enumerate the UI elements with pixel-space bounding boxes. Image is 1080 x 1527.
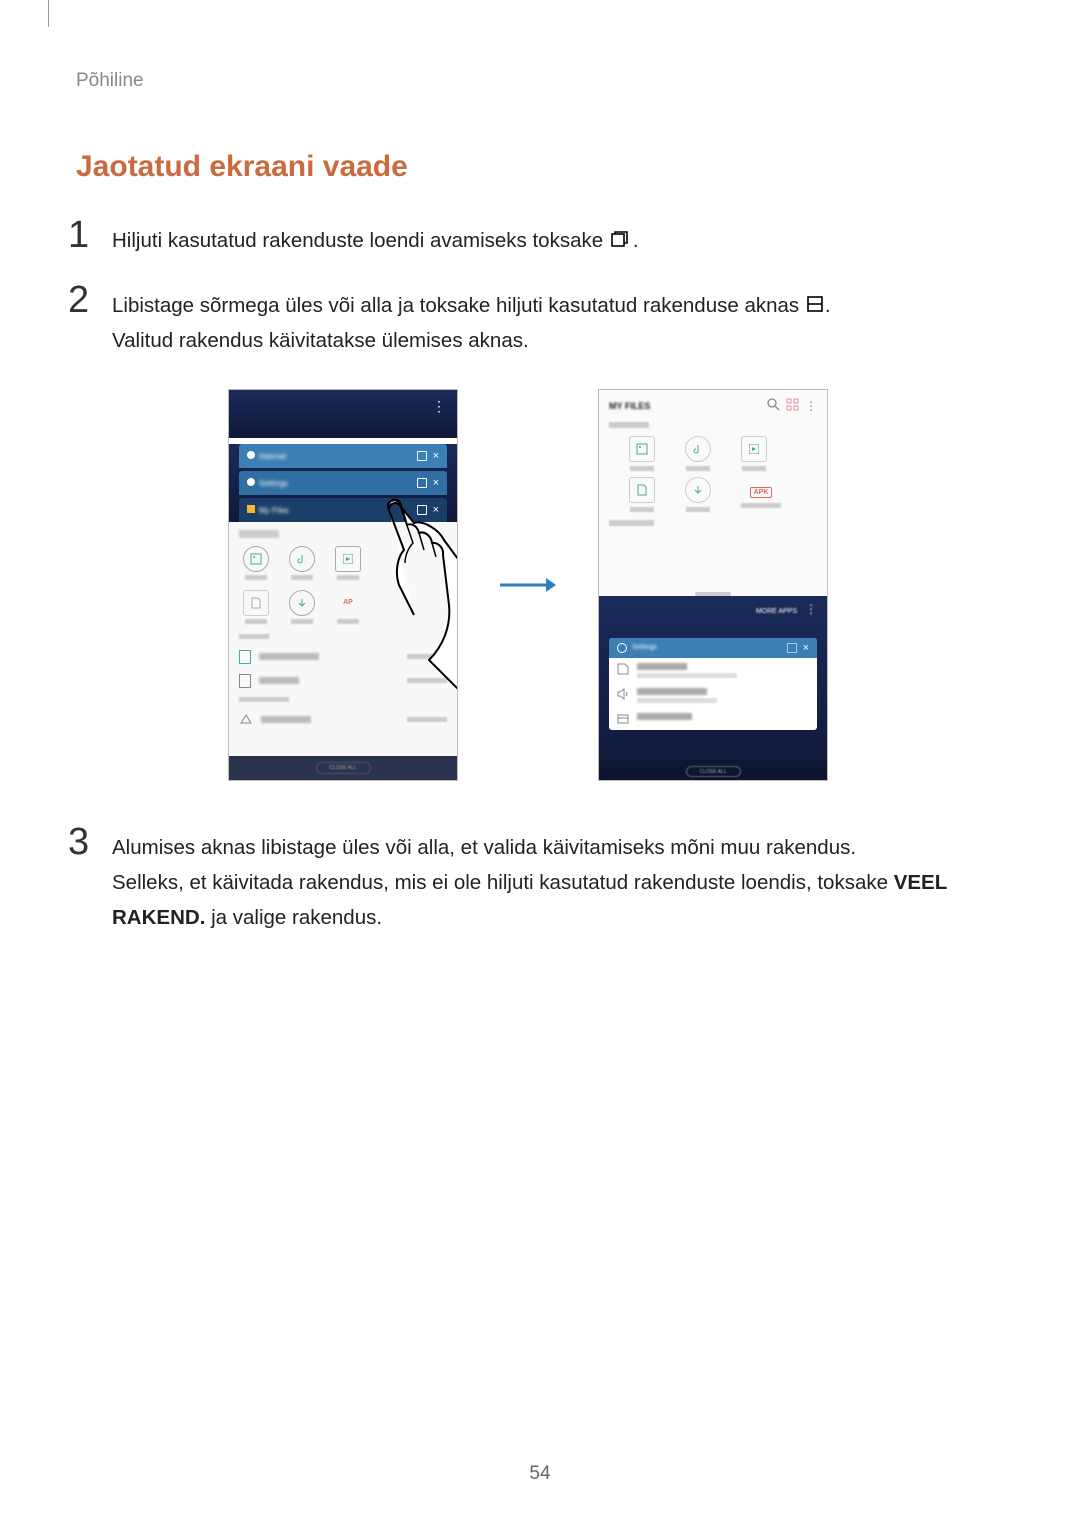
audio-icon (685, 436, 711, 462)
app-title: MY FILES (609, 401, 761, 411)
figure-screen-left: ⋮ Internet × Settings × My Files × (228, 389, 458, 781)
settings-row (609, 658, 817, 683)
step2-line1-before: Libistage sõrmega üles või alla ja toksa… (112, 294, 805, 317)
close-icon: × (433, 450, 439, 462)
gear-icon (617, 643, 627, 653)
downloads-icon (289, 590, 315, 616)
images-icon (629, 436, 655, 462)
storage-row (229, 669, 457, 693)
search-icon (767, 398, 780, 414)
apk-icon: APK (750, 487, 773, 498)
more-icon: ⋮ (432, 398, 447, 415)
splitview-small-icon (417, 478, 427, 488)
figure: ⋮ Internet × Settings × My Files × (48, 389, 1008, 781)
step-text: Hiljuti kasutatud rakenduste loendi avam… (112, 224, 1008, 259)
settings-card: Settings × (609, 638, 817, 730)
splitview-small-icon (787, 643, 797, 653)
splitview-small-icon (417, 451, 427, 461)
step1-text-before: Hiljuti kasutatud rakenduste loendi avam… (112, 229, 609, 252)
step-1: 1 Hiljuti kasutatud rakenduste loendi av… (68, 224, 1008, 259)
more-icon: ⋮ (805, 399, 817, 413)
close-all-bar: CLOSE ALL (229, 756, 457, 780)
page-number: 54 (529, 1463, 550, 1485)
step3-line2a: Selleks, et käivitada rakendus, mis ei o… (112, 871, 894, 894)
images-icon (243, 546, 269, 572)
grid-view-icon (786, 398, 799, 414)
recent-app-card: My Files × (239, 498, 447, 522)
step3-line1: Alumises aknas libistage üles või alla, … (112, 836, 856, 859)
more-icon: ⋮ (805, 602, 817, 616)
close-all-button: CLOSE ALL (686, 766, 741, 777)
video-icon (335, 546, 361, 572)
arrow-right-icon (498, 575, 558, 595)
recent-app-card: Internet × (239, 444, 447, 468)
step-number: 3 (68, 823, 112, 861)
settings-row (609, 683, 817, 708)
sound-icon (617, 688, 629, 700)
splitview-small-icon (417, 505, 427, 515)
close-icon: × (433, 477, 439, 489)
settings-row (609, 708, 817, 730)
recent-app-card: Settings × (239, 471, 447, 495)
step-number: 1 (68, 216, 112, 254)
step-number: 2 (68, 281, 112, 319)
step-2: 2 Libistage sõrmega üles või alla ja tok… (68, 289, 1008, 359)
close-all-button: CLOSE ALL (316, 762, 371, 774)
storage-row (229, 645, 457, 669)
figure-screen-right: MY FILES ⋮ (598, 389, 828, 781)
step3-line2b: ja valige rakendus. (205, 906, 382, 929)
downloads-icon (685, 477, 711, 503)
more-apps-label: MORE APPS ⋮ (599, 602, 827, 616)
step-3: 3 Alumises aknas libistage üles või alla… (68, 831, 1008, 936)
sd-card-icon (239, 674, 251, 688)
splitview-icon (807, 289, 823, 324)
apk-icon: AP (335, 590, 361, 616)
step2-line2: Valitud rakendus käivitatakse ülemises a… (112, 329, 529, 352)
video-icon (741, 436, 767, 462)
section-header: Põhiline (76, 70, 1008, 92)
close-all-bar: CLOSE ALL (599, 760, 827, 781)
recents-icon (611, 224, 631, 259)
documents-icon (243, 590, 269, 616)
close-icon: × (433, 504, 439, 516)
audio-icon (289, 546, 315, 572)
page-title: Jaotatud ekraani vaade (76, 150, 1008, 184)
step-text: Alumises aknas libistage üles või alla, … (112, 831, 1008, 936)
cloud-icon (239, 713, 253, 727)
step1-text-after: . (633, 229, 639, 252)
phone-storage-icon (239, 650, 251, 664)
close-icon: × (803, 642, 809, 654)
step2-line1-after: . (825, 294, 831, 317)
notifications-icon (617, 713, 629, 725)
storage-row (229, 708, 457, 732)
documents-icon (629, 477, 655, 503)
step-text: Libistage sõrmega üles või alla ja toksa… (112, 289, 1008, 359)
connections-icon (617, 663, 629, 675)
